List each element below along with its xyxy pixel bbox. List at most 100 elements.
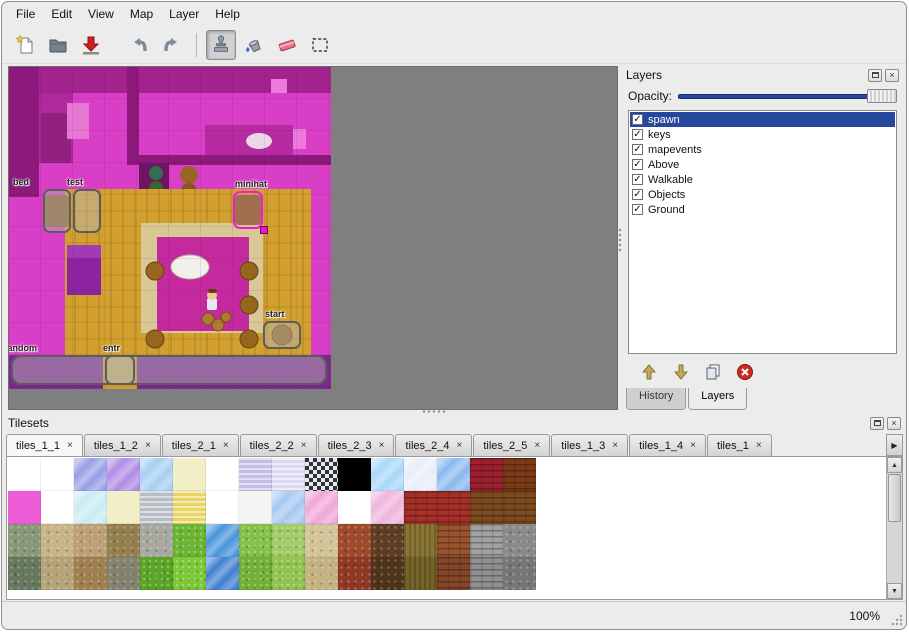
- tileset-tab-tiles_2_3[interactable]: tiles_2_3×: [318, 434, 395, 456]
- tileset-tile[interactable]: [140, 458, 173, 491]
- resize-grip[interactable]: [890, 613, 903, 626]
- tileset-tile[interactable]: [470, 524, 503, 557]
- layer-row-above[interactable]: ✓Above: [630, 157, 895, 172]
- tileset-tile[interactable]: [272, 491, 305, 524]
- tileset-tile[interactable]: [8, 491, 41, 524]
- object-resize-handle[interactable]: [260, 226, 268, 234]
- tab-scroll-right-button[interactable]: ▶: [886, 434, 903, 456]
- tileset-tile[interactable]: [239, 557, 272, 590]
- menu-view[interactable]: View: [80, 3, 122, 25]
- tileset-tile[interactable]: [371, 557, 404, 590]
- layer-row-walkable[interactable]: ✓Walkable: [630, 172, 895, 187]
- scroll-up-button[interactable]: ▲: [887, 457, 902, 473]
- menu-map[interactable]: Map: [122, 3, 161, 25]
- tileset-tile[interactable]: [41, 557, 74, 590]
- tileset-tile[interactable]: [206, 458, 239, 491]
- tab-close-icon[interactable]: ×: [756, 440, 762, 451]
- redo-button[interactable]: [157, 30, 187, 60]
- tileset-tile[interactable]: [437, 458, 470, 491]
- menu-help[interactable]: Help: [207, 3, 248, 25]
- tileset-tile[interactable]: [503, 458, 536, 491]
- tileset-tile[interactable]: [272, 458, 305, 491]
- tileset-tile[interactable]: [239, 491, 272, 524]
- duplicate-layer-button[interactable]: [702, 361, 724, 383]
- tab-close-icon[interactable]: ×: [612, 440, 618, 451]
- tileset-tile[interactable]: [338, 491, 371, 524]
- tileset-tile[interactable]: [206, 491, 239, 524]
- tileset-tile[interactable]: [305, 557, 338, 590]
- tab-close-icon[interactable]: ×: [223, 440, 229, 451]
- map-object-start[interactable]: [263, 321, 301, 349]
- tileset-vertical-scrollbar[interactable]: ▲ ▼: [886, 457, 902, 599]
- tileset-tile[interactable]: [8, 524, 41, 557]
- tileset-tile[interactable]: [8, 458, 41, 491]
- opacity-slider-handle[interactable]: [867, 89, 897, 103]
- layer-visibility-checkbox[interactable]: ✓: [632, 114, 643, 125]
- tileset-tile[interactable]: [305, 524, 338, 557]
- tileset-tile[interactable]: [239, 458, 272, 491]
- tileset-tile[interactable]: [338, 557, 371, 590]
- layer-visibility-checkbox[interactable]: ✓: [632, 159, 643, 170]
- tileset-tile[interactable]: [404, 557, 437, 590]
- tab-close-icon[interactable]: ×: [301, 440, 307, 451]
- tileset-tab-tiles_2_1[interactable]: tiles_2_1×: [162, 434, 239, 456]
- menu-layer[interactable]: Layer: [161, 3, 207, 25]
- scroll-down-button[interactable]: ▼: [887, 583, 902, 599]
- tileset-tile[interactable]: [41, 458, 74, 491]
- tileset-tile[interactable]: [140, 524, 173, 557]
- stamp-brush-tool-button[interactable]: [206, 30, 236, 60]
- menu-file[interactable]: File: [8, 3, 43, 25]
- tileset-tile[interactable]: [107, 491, 140, 524]
- tileset-tab-tiles_2_2[interactable]: tiles_2_2×: [240, 434, 317, 456]
- tileset-tile[interactable]: [371, 491, 404, 524]
- scrollbar-thumb[interactable]: [888, 474, 901, 522]
- map-object-random[interactable]: [11, 355, 327, 385]
- map-viewport[interactable]: bedtestminihatstartrandomentr: [8, 66, 618, 410]
- tileset-tile[interactable]: [437, 557, 470, 590]
- tab-history[interactable]: History: [626, 388, 686, 410]
- tileset-tile[interactable]: [503, 557, 536, 590]
- tileset-tile[interactable]: [74, 524, 107, 557]
- tileset-tile[interactable]: [74, 557, 107, 590]
- tileset-tile[interactable]: [338, 458, 371, 491]
- tileset-tab-tiles_1_1[interactable]: tiles_1_1×: [6, 434, 83, 456]
- tileset-tile[interactable]: [470, 557, 503, 590]
- open-map-button[interactable]: [43, 30, 73, 60]
- tileset-tile[interactable]: [239, 524, 272, 557]
- tileset-tile[interactable]: [206, 557, 239, 590]
- tileset-tile[interactable]: [338, 524, 371, 557]
- layer-visibility-checkbox[interactable]: ✓: [632, 189, 643, 200]
- tab-layers[interactable]: Layers: [688, 388, 747, 410]
- tileset-tile[interactable]: [140, 491, 173, 524]
- map-object-entr[interactable]: [105, 355, 135, 385]
- tileset-tab-tiles_1_3[interactable]: tiles_1_3×: [551, 434, 628, 456]
- tileset-tile[interactable]: [371, 458, 404, 491]
- tileset-tile[interactable]: [173, 458, 206, 491]
- tileset-tab-tiles_2_4[interactable]: tiles_2_4×: [395, 434, 472, 456]
- tilesets-float-button[interactable]: [870, 417, 884, 430]
- tileset-tile[interactable]: [437, 524, 470, 557]
- tab-close-icon[interactable]: ×: [457, 440, 463, 451]
- layers-close-button[interactable]: ×: [885, 69, 899, 82]
- opacity-slider[interactable]: [678, 89, 897, 103]
- tileset-tile[interactable]: [41, 491, 74, 524]
- bucket-fill-tool-button[interactable]: [239, 30, 269, 60]
- tileset-tile[interactable]: [173, 491, 206, 524]
- save-map-button[interactable]: [76, 30, 106, 60]
- tab-close-icon[interactable]: ×: [145, 440, 151, 451]
- layers-float-button[interactable]: [868, 69, 882, 82]
- layer-visibility-checkbox[interactable]: ✓: [632, 204, 643, 215]
- tab-close-icon[interactable]: ×: [379, 440, 385, 451]
- tileset-tile[interactable]: [140, 557, 173, 590]
- tileset-tile[interactable]: [107, 557, 140, 590]
- layer-row-keys[interactable]: ✓keys: [630, 127, 895, 142]
- tab-close-icon[interactable]: ×: [67, 440, 73, 451]
- map-object-minihat[interactable]: [233, 191, 263, 229]
- tileset-tile[interactable]: [305, 491, 338, 524]
- tileset-tab-tiles_1[interactable]: tiles_1×: [707, 434, 772, 456]
- tileset-tile[interactable]: [437, 491, 470, 524]
- tileset-tile[interactable]: [206, 524, 239, 557]
- rect-select-tool-button[interactable]: [305, 30, 335, 60]
- undo-button[interactable]: [124, 30, 154, 60]
- layer-row-spawn[interactable]: ✓spawn: [630, 112, 895, 127]
